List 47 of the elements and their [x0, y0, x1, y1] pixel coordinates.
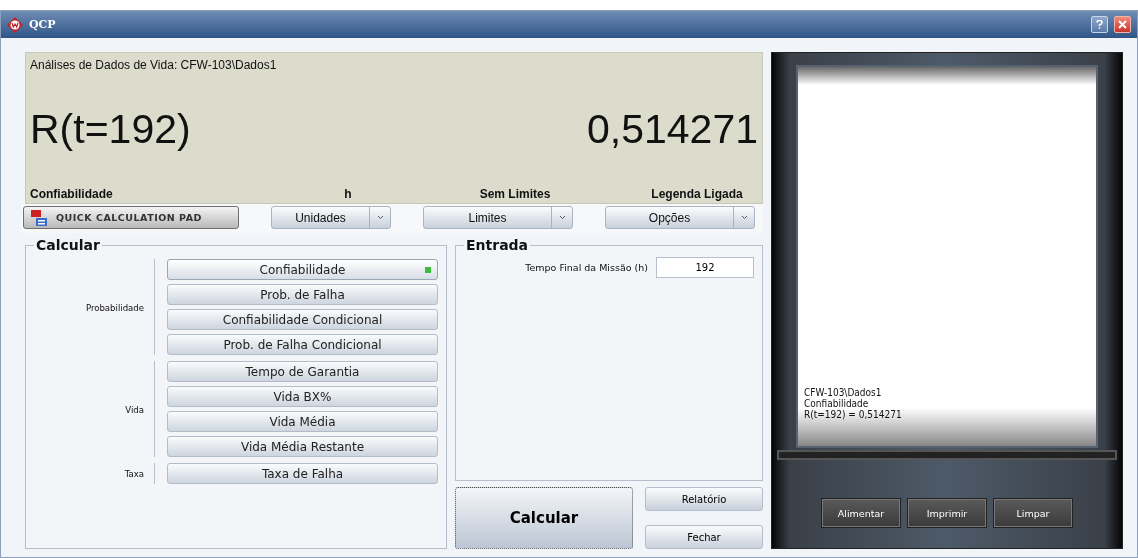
printout-line: Confiabilidade — [804, 398, 870, 409]
close-button[interactable] — [1114, 16, 1131, 33]
field-label: Tempo Final da Missão (h) — [525, 262, 648, 273]
analysis-header: Análises de Dados de Vida: CFW-103\Dados1 — [30, 58, 278, 72]
calculation-button[interactable]: Confiabilidade — [167, 259, 438, 280]
result-value: 0,514271 — [587, 106, 758, 153]
calculation-button[interactable]: Confiabilidade Condicional — [167, 309, 438, 330]
action-button[interactable]: Relatório — [645, 487, 763, 511]
caret-icon — [740, 215, 748, 220]
dropdown-button[interactable]: Limites — [423, 206, 573, 229]
dropdown-button[interactable]: Unidades — [271, 206, 391, 229]
action-button[interactable]: Fechar — [645, 525, 763, 549]
printout-line: R(t=192) = 0,514271 — [804, 409, 903, 420]
calculation-button[interactable]: Tempo de Garantia — [167, 361, 438, 382]
category-label: Taxa — [124, 468, 144, 479]
quick-calculation-pad-button[interactable]: QUICK CALCULATION PAD — [23, 206, 239, 229]
window-title: QCP — [29, 18, 56, 31]
printer-button[interactable]: Limpar — [993, 498, 1073, 528]
input-field[interactable]: 192 — [656, 257, 754, 278]
setting-label: Legenda Ligada — [650, 187, 744, 203]
category-label: Probabilidade — [85, 301, 144, 313]
setting-label: Sem Limites — [478, 187, 552, 203]
calculation-button[interactable]: Vida BX% — [167, 386, 438, 407]
calculation-button[interactable]: Prob. de Falha Condicional — [167, 334, 438, 355]
printer-button[interactable]: Alimentar — [821, 498, 901, 528]
calculation-button[interactable]: Taxa de Falha — [167, 463, 438, 484]
selected-indicator-icon — [425, 267, 431, 273]
help-icon — [1096, 20, 1103, 29]
help-button[interactable] — [1091, 16, 1108, 33]
category-label: Vida — [125, 403, 144, 415]
caret-icon — [376, 215, 384, 220]
dropdown-button[interactable]: Opções — [605, 206, 755, 229]
calculation-button[interactable]: Vida Média — [167, 411, 438, 432]
calculate-button[interactable]: Calcular — [455, 487, 633, 549]
calculation-button[interactable]: Prob. de Falha — [167, 284, 438, 305]
qcp-logo-icon — [30, 208, 48, 227]
setting-label: h — [343, 187, 353, 203]
expression: R(t=192) — [30, 106, 191, 153]
app-logo-icon — [7, 16, 23, 33]
setting-label: Confiabilidade — [30, 187, 114, 203]
group-title: Calcular — [35, 237, 101, 253]
printer-button[interactable]: Imprimir — [907, 498, 987, 528]
calculation-button[interactable]: Vida Média Restante — [167, 436, 438, 457]
caret-icon — [558, 215, 566, 220]
printout-line: CFW-103\Dados1 — [804, 387, 883, 398]
close-icon — [1118, 20, 1127, 29]
group-title: Entrada — [465, 237, 530, 253]
